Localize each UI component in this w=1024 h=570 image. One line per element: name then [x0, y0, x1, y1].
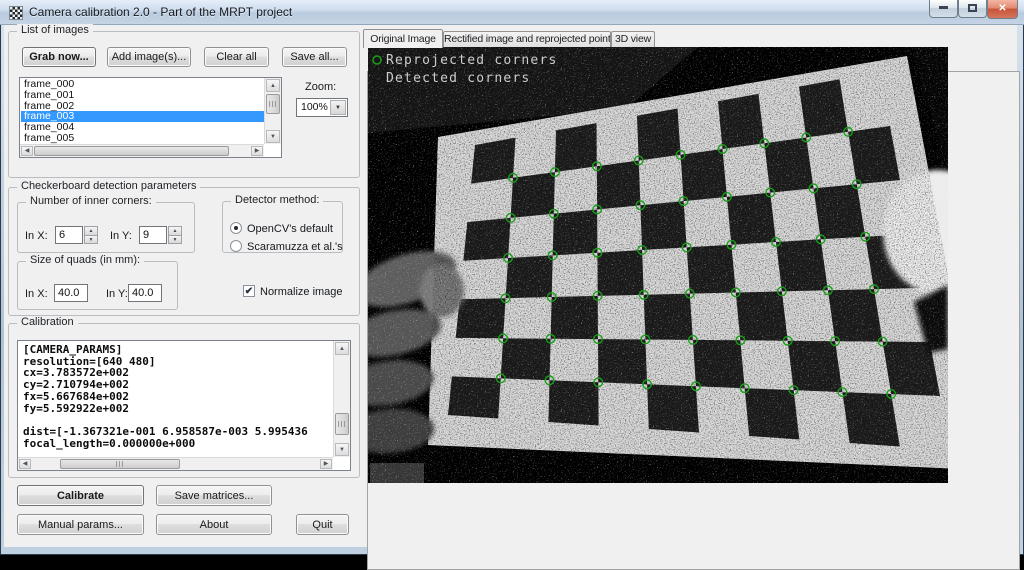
radio-dot-icon — [234, 226, 238, 230]
vscroll-thumb[interactable] — [266, 94, 280, 114]
quit-button[interactable]: Quit — [296, 514, 349, 535]
chevron-down-icon[interactable]: ▼ — [330, 100, 346, 115]
save-matrices-button[interactable]: Save matrices... — [156, 485, 272, 506]
window-title: Camera calibration 2.0 - Part of the MRP… — [29, 5, 292, 19]
group-quad-size-label: Size of quads (in mm): — [26, 254, 144, 266]
minimize-button[interactable] — [929, 0, 958, 18]
inner-x-label: In X: — [25, 230, 48, 242]
scroll-down-icon[interactable]: ▼ — [266, 130, 280, 143]
group-detection-params-label: Checkerboard detection parameters — [17, 180, 200, 192]
zoom-value: 100% — [301, 101, 328, 113]
scroll-right-icon[interactable]: ▶ — [251, 146, 263, 156]
inner-y-stepper[interactable]: ▲▼ — [168, 226, 182, 244]
quad-x-field[interactable]: 40.0 — [54, 284, 88, 302]
calibration-vscrollbar[interactable]: ▲ ▼ — [333, 341, 350, 457]
vscroll-thumb[interactable] — [335, 413, 349, 435]
hscroll-thumb[interactable] — [34, 146, 229, 156]
add-images-button[interactable]: Add image(s)... — [107, 47, 191, 67]
maximize-button[interactable] — [958, 0, 987, 18]
scroll-up-icon[interactable]: ▲ — [335, 342, 349, 355]
scroll-left-icon[interactable]: ◀ — [19, 459, 31, 469]
inner-y-label: In Y: — [110, 230, 132, 242]
scroll-down-icon[interactable]: ▼ — [335, 443, 349, 456]
minimize-icon — [939, 6, 948, 9]
checkmark-icon: ✔ — [245, 286, 253, 297]
legend-reprojected: Reprojected corners — [386, 53, 558, 68]
image-list: frame_000frame_001frame_002frame_003fram… — [21, 79, 264, 144]
thumb-grip — [338, 421, 346, 427]
list-item[interactable]: frame_001 — [21, 90, 264, 101]
legend-detected: Detected corners — [386, 71, 530, 86]
scroll-right-icon[interactable]: ▶ — [320, 459, 332, 469]
film-grain-light — [368, 47, 948, 483]
thumb-grip — [269, 101, 277, 107]
quad-y-field[interactable]: 40.0 — [128, 284, 162, 302]
spin-up-icon[interactable]: ▲ — [168, 226, 182, 235]
inner-x-field[interactable]: 6 — [55, 226, 83, 244]
close-icon: ✕ — [998, 3, 1006, 14]
group-list-of-images-label: List of images — [17, 24, 93, 36]
spin-down-icon[interactable]: ▼ — [84, 235, 98, 244]
tab-rectified-image[interactable]: Rectified image and reprojected points — [443, 31, 611, 47]
titlebar[interactable]: Camera calibration 2.0 - Part of the MRP… — [0, 0, 1024, 25]
normalize-image-label: Normalize image — [260, 286, 343, 298]
tab-original-image[interactable]: Original Image — [363, 29, 443, 48]
calibration-results-textarea[interactable]: [CAMERA_PARAMS] resolution=[640 480] cx=… — [17, 340, 351, 471]
about-button[interactable]: About — [156, 514, 272, 535]
image-list-vscrollbar[interactable]: ▲ ▼ — [264, 78, 281, 144]
quad-y-label: In Y: — [106, 288, 128, 300]
maximize-icon — [968, 4, 977, 12]
app-window: Camera calibration 2.0 - Part of the MRP… — [0, 0, 1024, 555]
scroll-left-icon[interactable]: ◀ — [21, 146, 33, 156]
calibrate-button[interactable]: Calibrate — [17, 485, 144, 506]
zoom-label: Zoom: — [305, 81, 336, 93]
tab-3d-view[interactable]: 3D view — [611, 31, 655, 47]
group-inner-corners-label: Number of inner corners: — [26, 195, 156, 207]
hscroll-thumb[interactable] — [60, 459, 180, 469]
inner-x-stepper[interactable]: ▲▼ — [84, 226, 98, 244]
close-button[interactable]: ✕ — [987, 0, 1018, 19]
zoom-combobox[interactable]: 100% ▼ — [296, 98, 348, 117]
normalize-image-checkbox[interactable]: ✔ — [243, 285, 255, 297]
scroll-up-icon[interactable]: ▲ — [266, 79, 280, 92]
manual-params-button[interactable]: Manual params... — [17, 514, 144, 535]
calibration-results-text: [CAMERA_PARAMS] resolution=[640 480] cx=… — [23, 344, 333, 456]
group-calibration-label: Calibration — [17, 316, 78, 328]
spin-down-icon[interactable]: ▼ — [168, 235, 182, 244]
clear-all-button[interactable]: Clear all — [204, 47, 269, 67]
calibration-photo: Reprojected corners Detected corners — [368, 47, 948, 483]
group-detector-method-label: Detector method: — [231, 194, 323, 206]
image-listbox[interactable]: frame_000frame_001frame_002frame_003fram… — [19, 77, 282, 158]
app-checkerboard-icon — [9, 6, 23, 20]
spin-up-icon[interactable]: ▲ — [84, 226, 98, 235]
save-all-button[interactable]: Save all... — [282, 47, 347, 67]
radio-opencv-default-label: OpenCV's default — [247, 223, 333, 235]
calibration-hscrollbar[interactable]: ◀ ▶ — [18, 457, 333, 470]
dialog-content: List of images Grab now... Add image(s).… — [4, 25, 1017, 547]
image-list-hscrollbar[interactable]: ◀ ▶ — [20, 144, 264, 157]
radio-scaramuzza[interactable] — [230, 240, 242, 252]
quad-x-label: In X: — [25, 288, 48, 300]
inner-y-field[interactable]: 9 — [139, 226, 167, 244]
grab-now-button[interactable]: Grab now... — [22, 47, 96, 67]
thumb-grip — [116, 461, 124, 467]
radio-scaramuzza-label: Scaramuzza et al.'s — [247, 241, 343, 253]
radio-opencv-default[interactable] — [230, 222, 242, 234]
